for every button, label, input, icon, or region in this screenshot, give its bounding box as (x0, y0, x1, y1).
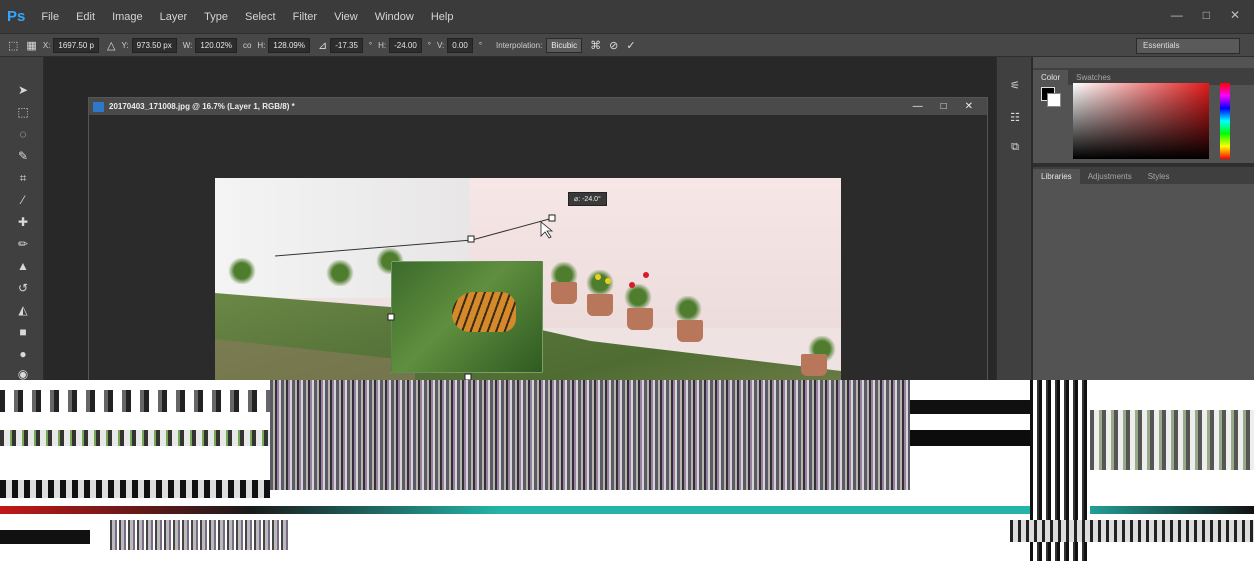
quick-select-tool-icon[interactable]: ✎ (14, 149, 32, 163)
interpolation-label: Interpolation: (496, 40, 543, 50)
history-panel-icon[interactable]: ⚟ (1007, 79, 1023, 93)
menu-filter[interactable]: Filter (293, 11, 317, 23)
dodge-tool-icon[interactable]: ◉ (14, 367, 32, 381)
tab-color[interactable]: Color (1033, 70, 1069, 85)
height-input[interactable]: 128.09% (268, 37, 310, 53)
app-logo: Ps (7, 8, 26, 25)
angle-unit: ° (368, 40, 373, 50)
lasso-tool-icon[interactable]: ◌ (14, 127, 32, 141)
menu-help[interactable]: Help (431, 11, 454, 23)
hskew-unit: ° (427, 40, 431, 50)
corrupted-image-region (0, 380, 1254, 561)
link-toggle[interactable]: co (243, 41, 251, 50)
minimize-button[interactable]: — (1171, 8, 1183, 22)
vskew-label: V: (436, 40, 445, 50)
menu-window[interactable]: Window (375, 11, 414, 23)
move-tool-icon[interactable]: ➤ (14, 83, 32, 97)
document-controls: — □ ✕ (913, 98, 973, 115)
transform-handle (467, 235, 475, 243)
menu-view[interactable]: View (334, 11, 358, 23)
hskew-input[interactable]: -24.00 (389, 37, 422, 53)
x-input[interactable]: 1697.50 p (53, 37, 99, 53)
eraser-tool-icon[interactable]: ◭ (14, 303, 32, 317)
crop-tool-icon[interactable]: ⌗ (14, 171, 32, 185)
menu-file[interactable]: File (41, 11, 59, 23)
angle-tooltip: ⌀: -24.0° (568, 192, 607, 206)
angle-input[interactable]: -17.35 (330, 37, 363, 53)
ps-document-icon (93, 101, 104, 112)
tab-styles[interactable]: Styles (1140, 169, 1178, 184)
stamp-tool-icon[interactable]: ▲ (14, 259, 32, 273)
rotate-angle-icon: ⊿ (317, 39, 328, 52)
history-brush-tool-icon[interactable]: ↺ (14, 281, 32, 295)
right-panels: Color Swatches Libraries Adjustments Sty… (1033, 57, 1254, 387)
hue-slider[interactable] (1220, 83, 1230, 159)
color-picker-field[interactable] (1073, 83, 1209, 159)
width-input[interactable]: 120.02% (195, 37, 237, 53)
workspace-select[interactable]: Essentials (1136, 38, 1240, 54)
vskew-input[interactable]: 0.00 (447, 37, 473, 53)
tools-panel: ➤ ⬚ ◌ ✎ ⌗ ⁄ ✚ ✏ ▲ ↺ ◭ ■ ● ◉ (0, 57, 44, 387)
transform-handle (548, 214, 556, 222)
document-title: 20170403_171008.jpg @ 16.7% (Layer 1, RG… (109, 102, 295, 111)
background-color-swatch[interactable] (1047, 93, 1061, 107)
warp-icon[interactable]: ⌘ (590, 39, 601, 52)
image-canvas[interactable] (215, 178, 841, 383)
tab-adjustments[interactable]: Adjustments (1080, 169, 1140, 184)
reference-point-icon[interactable]: ▦ (26, 39, 36, 52)
healing-tool-icon[interactable]: ✚ (14, 215, 32, 229)
y-label: Y: (121, 40, 129, 50)
blur-tool-icon[interactable]: ● (14, 347, 32, 361)
menu-image[interactable]: Image (112, 11, 143, 23)
doc-maximize-button[interactable]: □ (941, 101, 947, 112)
w-label: W: (182, 40, 193, 50)
menu-edit[interactable]: Edit (76, 11, 95, 23)
transform-bounding-box[interactable] (215, 178, 841, 383)
menu-bar: Ps File Edit Image Layer Type Select Fil… (0, 0, 1254, 33)
delta-icon[interactable]: △ (107, 39, 115, 52)
properties-panel-icon[interactable]: ☷ (1007, 111, 1023, 125)
options-bar: ⬚ ▦ X: 1697.50 p △ Y: 973.50 px W: 120.0… (0, 33, 1254, 57)
document-titlebar[interactable]: 20170403_171008.jpg @ 16.7% (Layer 1, RG… (89, 98, 987, 115)
brush-tool-icon[interactable]: ✏ (14, 237, 32, 251)
eyedropper-tool-icon[interactable]: ⁄ (14, 193, 32, 207)
y-input[interactable]: 973.50 px (131, 37, 177, 53)
tab-libraries[interactable]: Libraries (1033, 169, 1080, 184)
channels-panel-icon[interactable]: ⧉ (1007, 141, 1023, 155)
transform-tool-icon[interactable]: ⬚ (8, 39, 18, 52)
h-label: H: (257, 40, 266, 50)
menu-select[interactable]: Select (245, 11, 276, 23)
collapsed-panels: ⚟ ☷ ⧉ (996, 57, 1032, 387)
interpolation-select[interactable]: Bicubic (546, 37, 583, 53)
doc-close-button[interactable]: ✕ (965, 101, 973, 112)
cursor-icon (540, 221, 554, 239)
doc-minimize-button[interactable]: — (913, 101, 923, 112)
transform-handle (387, 313, 395, 321)
menu-layer[interactable]: Layer (160, 11, 188, 23)
gradient-tool-icon[interactable]: ■ (14, 325, 32, 339)
vskew-unit: ° (478, 40, 483, 50)
cancel-transform-icon[interactable]: ⊘ (609, 39, 618, 52)
window-controls: — □ ✕ (1171, 8, 1240, 22)
libraries-panel-tabs: Libraries Adjustments Styles (1033, 167, 1254, 184)
x-label: X: (42, 40, 51, 50)
menu-type[interactable]: Type (204, 11, 228, 23)
commit-transform-icon[interactable]: ✓ (626, 39, 635, 52)
restore-button[interactable]: □ (1203, 8, 1210, 22)
marquee-tool-icon[interactable]: ⬚ (14, 105, 32, 119)
close-button[interactable]: ✕ (1230, 8, 1240, 22)
hskew-label: H: (378, 40, 387, 50)
